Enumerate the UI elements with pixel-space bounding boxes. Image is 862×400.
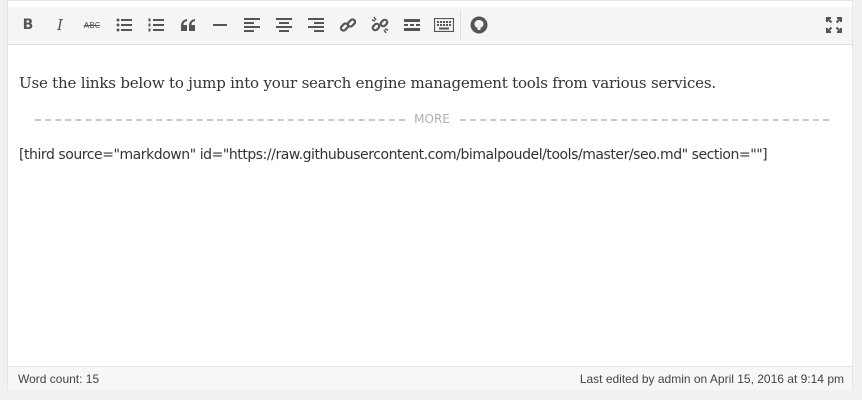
word-count: Word count: 15	[18, 372, 100, 386]
post-editor: B I ABC Use the links below to jump into…	[7, 0, 853, 390]
link-icon	[339, 18, 357, 32]
shortcode-text: [third source="markdown" id="https://raw…	[19, 147, 768, 163]
unlink-icon	[371, 16, 389, 34]
editor-toolbar: B I ABC	[8, 7, 852, 45]
bold-button[interactable]: B	[14, 11, 42, 39]
insert-read-more-button[interactable]	[398, 11, 426, 39]
editor-content[interactable]: Use the links below to jump into your se…	[8, 45, 852, 366]
toolbar-separator	[460, 11, 461, 39]
horizontal-line-icon	[213, 24, 227, 26]
bulleted-list-icon	[116, 18, 132, 32]
align-center-button[interactable]	[270, 11, 298, 39]
italic-icon: I	[57, 16, 63, 34]
read-more-separator: MORE	[35, 111, 829, 127]
strikethrough-button[interactable]: ABC	[78, 11, 106, 39]
strikethrough-icon: ABC	[83, 20, 101, 30]
insert-link-button[interactable]	[334, 11, 362, 39]
align-left-icon	[244, 18, 260, 32]
align-right-button[interactable]	[302, 11, 330, 39]
github-icon	[470, 16, 488, 34]
intro-paragraph: Use the links below to jump into your se…	[19, 74, 716, 92]
keyboard-icon	[434, 18, 454, 32]
more-label: MORE	[35, 111, 829, 127]
more-label-text: MORE	[406, 112, 458, 126]
numbered-list-icon	[148, 18, 164, 32]
align-right-icon	[308, 18, 324, 32]
fullscreen-button[interactable]	[820, 11, 848, 39]
github-button[interactable]	[465, 11, 493, 39]
bulleted-list-button[interactable]	[110, 11, 138, 39]
remove-link-button[interactable]	[366, 11, 394, 39]
read-more-icon	[404, 19, 420, 31]
blockquote-icon	[181, 19, 195, 31]
align-center-icon	[276, 18, 292, 32]
blockquote-button[interactable]	[174, 11, 202, 39]
horizontal-line-button[interactable]	[206, 11, 234, 39]
align-left-button[interactable]	[238, 11, 266, 39]
bold-icon: B	[22, 17, 34, 33]
last-edited: Last edited by admin on April 15, 2016 a…	[579, 372, 844, 386]
toolbar-toggle-button[interactable]	[430, 11, 458, 39]
editor-status-bar: Word count: 15 Last edited by admin on A…	[8, 366, 852, 390]
italic-button[interactable]: I	[46, 11, 74, 39]
fullscreen-icon	[826, 17, 842, 33]
numbered-list-button[interactable]	[142, 11, 170, 39]
